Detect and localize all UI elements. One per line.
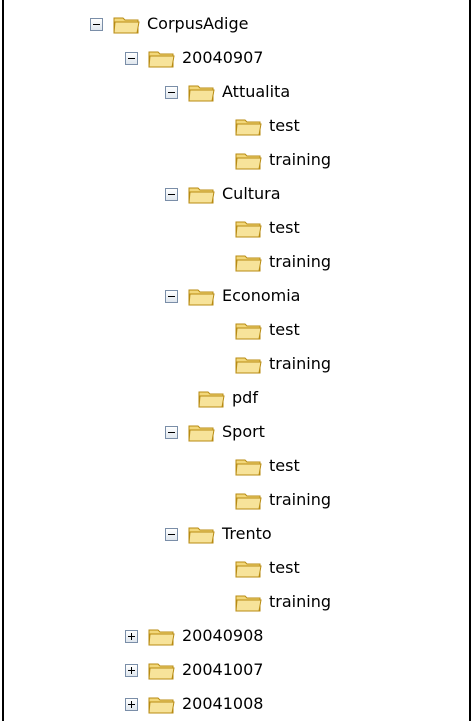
folder-icon: [235, 561, 262, 577]
tree-item-label: 20040907: [182, 48, 264, 67]
tree-item-trento-training[interactable]: training: [235, 588, 331, 616]
folder-icon: [235, 255, 262, 271]
tree-item-label: 20041007: [182, 660, 264, 679]
folder-icon: [148, 697, 175, 713]
folder-icon: [148, 51, 175, 67]
tree-item-label: training: [269, 592, 331, 611]
tree-item-label: training: [269, 150, 331, 169]
folder-icon: [235, 459, 262, 475]
tree-item-label: test: [269, 456, 300, 475]
tree-item-economia-training[interactable]: training: [235, 350, 331, 378]
tree-item-attualita-training[interactable]: training: [235, 146, 331, 174]
tree-item-attualita-test[interactable]: test: [235, 112, 300, 140]
collapse-toggle-icon[interactable]: [165, 85, 178, 99]
folder-icon: [188, 527, 215, 543]
tree-item-label: Cultura: [222, 184, 281, 203]
tree-item-label: test: [269, 558, 300, 577]
folder-tree: CorpusAdige 20040907 Attualita test trai…: [4, 0, 469, 721]
tree-item-label: training: [269, 354, 331, 373]
tree-item-economia[interactable]: Economia: [165, 282, 300, 310]
tree-item-sport-training[interactable]: training: [235, 486, 331, 514]
folder-icon: [148, 663, 175, 679]
tree-item-label: Attualita: [222, 82, 291, 101]
collapse-toggle-icon[interactable]: [90, 17, 103, 31]
folder-icon: [235, 595, 262, 611]
tree-item-label: Economia: [222, 286, 301, 305]
folder-tree-panel: CorpusAdige 20040907 Attualita test trai…: [2, 0, 471, 721]
folder-icon: [235, 323, 262, 339]
folder-icon: [235, 119, 262, 135]
tree-item-attualita[interactable]: Attualita: [165, 78, 290, 106]
collapse-toggle-icon[interactable]: [125, 51, 138, 65]
folder-icon: [188, 85, 215, 101]
tree-item-corpusadige[interactable]: CorpusAdige: [90, 10, 248, 38]
tree-item-20040907[interactable]: 20040907: [125, 44, 263, 72]
collapse-toggle-icon[interactable]: [165, 289, 178, 303]
tree-item-label: test: [269, 218, 300, 237]
tree-item-cultura[interactable]: Cultura: [165, 180, 281, 208]
tree-item-label: training: [269, 490, 331, 509]
folder-icon: [198, 391, 225, 407]
tree-item-20041007[interactable]: 20041007: [125, 656, 263, 684]
tree-item-cultura-test[interactable]: test: [235, 214, 300, 242]
folder-icon: [235, 221, 262, 237]
collapse-toggle-icon[interactable]: [165, 527, 178, 541]
tree-item-label: Sport: [222, 422, 265, 441]
tree-item-trento[interactable]: Trento: [165, 520, 272, 548]
folder-icon: [148, 629, 175, 645]
tree-item-label: test: [269, 116, 300, 135]
tree-item-label: CorpusAdige: [147, 14, 249, 33]
tree-item-pdf[interactable]: pdf: [198, 384, 258, 412]
tree-item-label: 20040908: [182, 626, 264, 645]
collapse-toggle-icon[interactable]: [165, 187, 178, 201]
tree-item-trento-test[interactable]: test: [235, 554, 300, 582]
tree-item-sport[interactable]: Sport: [165, 418, 265, 446]
folder-icon: [188, 187, 215, 203]
tree-item-sport-test[interactable]: test: [235, 452, 300, 480]
tree-item-label: pdf: [232, 388, 258, 407]
folder-icon: [235, 153, 262, 169]
expand-toggle-icon[interactable]: [125, 629, 138, 643]
collapse-toggle-icon[interactable]: [165, 425, 178, 439]
folder-icon: [235, 493, 262, 509]
tree-item-20040908[interactable]: 20040908: [125, 622, 263, 650]
tree-item-label: training: [269, 252, 331, 271]
folder-icon: [188, 425, 215, 441]
tree-item-economia-test[interactable]: test: [235, 316, 300, 344]
tree-item-20041008[interactable]: 20041008: [125, 690, 263, 718]
expand-toggle-icon[interactable]: [125, 697, 138, 711]
tree-item-label: 20041008: [182, 694, 264, 713]
folder-icon: [113, 17, 140, 33]
folder-icon: [235, 357, 262, 373]
folder-icon: [188, 289, 215, 305]
tree-item-cultura-training[interactable]: training: [235, 248, 331, 276]
expand-toggle-icon[interactable]: [125, 663, 138, 677]
tree-item-label: Trento: [222, 524, 272, 543]
tree-item-label: test: [269, 320, 300, 339]
